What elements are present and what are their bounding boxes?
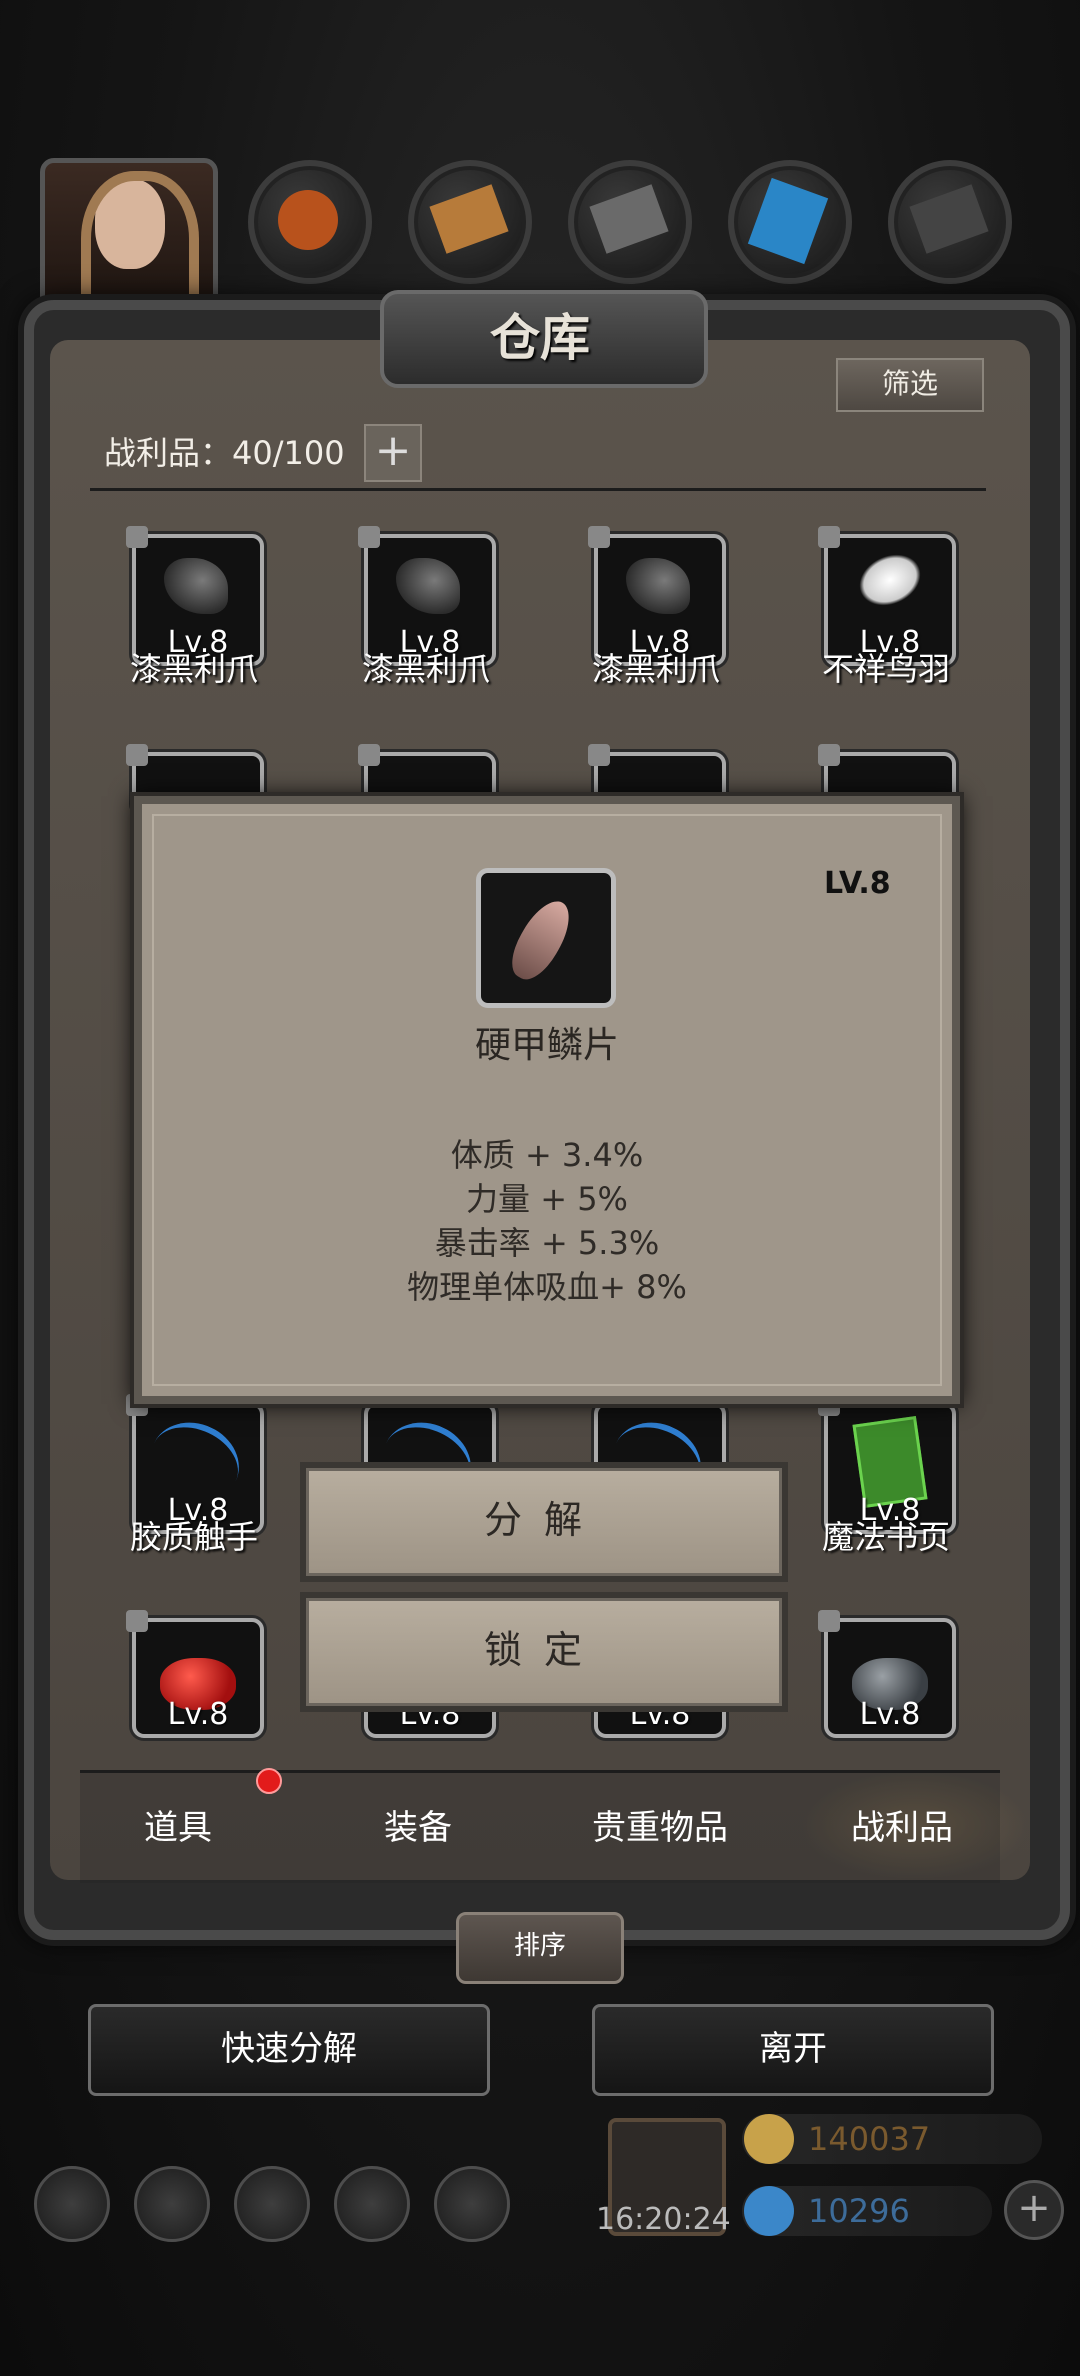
popup-item-level: LV.8 bbox=[824, 866, 891, 901]
tab-equipment[interactable]: 装备 bbox=[308, 1800, 528, 1849]
stat-line: 体质 + 3.4% bbox=[450, 1136, 644, 1174]
hair-icon bbox=[81, 171, 199, 313]
ore-slot-4[interactable] bbox=[728, 160, 852, 284]
lock-icon bbox=[588, 744, 610, 766]
quick-decompose-button[interactable]: 快速分解 bbox=[88, 2004, 490, 2096]
decompose-button[interactable]: 分解 bbox=[300, 1462, 788, 1582]
lock-icon bbox=[126, 1610, 148, 1632]
inventory-count: 战利品：40/100 bbox=[104, 434, 345, 472]
ore-slot-3[interactable] bbox=[568, 160, 692, 284]
ore-slot-5[interactable] bbox=[888, 160, 1012, 284]
popup-item-name: 硬甲鳞片 bbox=[474, 1025, 619, 1066]
stone-icon bbox=[589, 184, 669, 254]
ore-slot-1[interactable] bbox=[248, 160, 372, 284]
character-portrait[interactable] bbox=[40, 158, 218, 318]
gem-amount: 10296 bbox=[808, 2192, 910, 2230]
stat-line: 力量 + 5% bbox=[466, 1180, 628, 1218]
popup-item-icon bbox=[476, 868, 616, 1008]
divider bbox=[90, 488, 986, 491]
gold-amount: 140037 bbox=[808, 2120, 931, 2158]
lock-icon bbox=[126, 526, 148, 548]
ore-slot-2[interactable] bbox=[408, 160, 532, 284]
item-name: 漆黑利爪 bbox=[591, 650, 720, 688]
lock-icon bbox=[818, 1610, 840, 1632]
page-title: 仓库 bbox=[490, 308, 590, 367]
filter-button[interactable]: 筛选 bbox=[836, 358, 984, 412]
feather-icon bbox=[850, 544, 930, 616]
gold-coin-icon bbox=[744, 2114, 794, 2164]
item-level: Lv.8 bbox=[167, 1697, 229, 1732]
wood-icon bbox=[429, 184, 509, 254]
claw-icon bbox=[626, 558, 690, 614]
lock-icon bbox=[358, 526, 380, 548]
iron-icon bbox=[909, 184, 989, 254]
item-name: 不祥鸟羽 bbox=[821, 650, 950, 688]
stat-line: 物理单体吸血+ 8% bbox=[407, 1268, 687, 1306]
codex-icon[interactable] bbox=[234, 2166, 310, 2242]
item-name: 漆黑利爪 bbox=[129, 650, 258, 688]
item-slot[interactable]: Lv.8 bbox=[818, 1610, 956, 1738]
item-name: 漆黑利爪 bbox=[361, 650, 490, 688]
stat-line: 暴击率 + 5.3% bbox=[434, 1224, 660, 1262]
lock-button[interactable]: 锁定 bbox=[300, 1592, 788, 1712]
event-timer: 16:20:24 bbox=[596, 2202, 731, 2237]
lock-icon bbox=[358, 744, 380, 766]
item-slot[interactable]: Lv.8 bbox=[126, 1610, 264, 1738]
lock-icon bbox=[126, 744, 148, 766]
tab-valuables[interactable]: 贵重物品 bbox=[550, 1800, 770, 1849]
expand-capacity-button[interactable]: + bbox=[364, 424, 422, 482]
notification-dot bbox=[256, 1768, 282, 1794]
item-name: 胶质触手 bbox=[129, 1518, 258, 1556]
item-name: 魔法书页 bbox=[821, 1518, 950, 1556]
item-level: Lv.8 bbox=[859, 1697, 921, 1732]
claw-icon bbox=[164, 558, 228, 614]
leave-button[interactable]: 离开 bbox=[592, 2004, 994, 2096]
gold-display: 140037 bbox=[742, 2114, 1042, 2164]
lock-icon bbox=[818, 526, 840, 548]
lock-icon bbox=[588, 526, 610, 548]
gem-display: 10296 bbox=[742, 2186, 992, 2236]
item-detail-popup: LV.8 硬甲鳞片 体质 + 3.4% 力量 + 5% 暴击率 + 5.3% 物… bbox=[134, 796, 960, 1404]
tab-items[interactable]: 道具 bbox=[68, 1800, 288, 1849]
gem-icon bbox=[744, 2186, 794, 2236]
achievement-icon[interactable] bbox=[134, 2166, 210, 2242]
lock-icon bbox=[818, 744, 840, 766]
settings-icon[interactable] bbox=[34, 2166, 110, 2242]
battle-icon[interactable] bbox=[434, 2166, 510, 2242]
tab-loot[interactable]: 战利品 bbox=[792, 1800, 1012, 1849]
copper-ore-icon bbox=[278, 190, 338, 250]
mail-icon[interactable] bbox=[334, 2166, 410, 2242]
crystal-icon bbox=[747, 177, 829, 265]
sort-button[interactable]: 排序 bbox=[456, 1912, 624, 1984]
add-gems-button[interactable]: + bbox=[1004, 2180, 1064, 2240]
scale-icon bbox=[502, 892, 580, 988]
claw-icon bbox=[396, 558, 460, 614]
